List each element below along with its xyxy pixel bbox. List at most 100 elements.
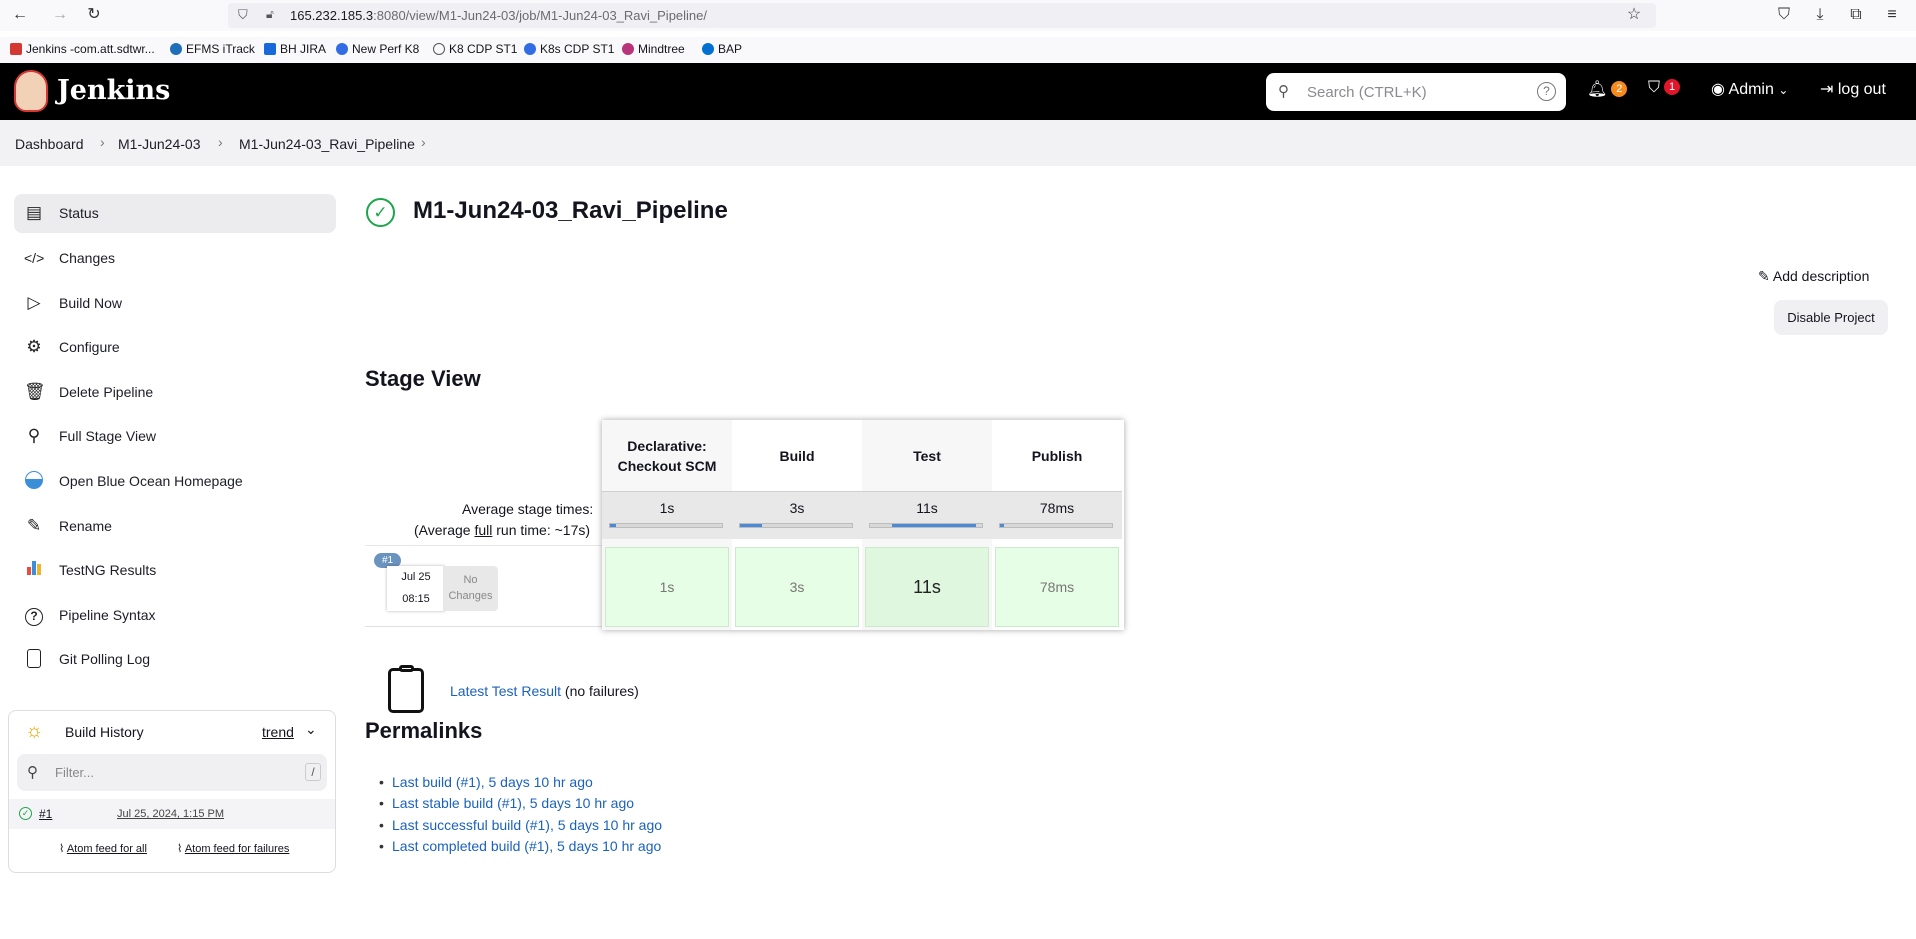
jenkins-logo-text[interactable]: Jenkins (57, 75, 170, 106)
sidebar-item-delete-pipeline[interactable]: 🗑︎ Delete Pipeline (14, 373, 336, 412)
avg-run-prefix: (Average (414, 522, 475, 538)
shield-icon[interactable]: ⛉ (238, 7, 248, 23)
rss-icon: ⌇ (177, 843, 183, 855)
atom-feed-failures[interactable]: ⌇ Atom feed for failures (177, 842, 289, 855)
avg-run-suffix: run time: ~17s) (492, 522, 591, 538)
atom-feed-failures-label: Atom feed for failures (184, 843, 290, 855)
back-icon[interactable]: ← (8, 4, 32, 26)
clipboard-icon (24, 649, 44, 669)
breadcrumb-dashboard[interactable]: Dashboard (15, 136, 84, 152)
disable-project-button[interactable]: Disable Project (1774, 300, 1888, 335)
forward-icon[interactable]: → (48, 4, 72, 26)
sidebar-item-label: Pipeline Syntax (59, 607, 156, 623)
stage-column: Test 11s 11s (862, 420, 992, 630)
full-run-link[interactable]: full (474, 522, 492, 538)
bookmark-item[interactable]: K8 CDP ST1 (433, 42, 517, 56)
bookmark-item[interactable]: Mindtree (622, 42, 685, 56)
permalink-last-successful-build[interactable]: Last successful build (#1), 5 days 10 hr… (379, 817, 662, 833)
help-icon[interactable]: ? (1537, 82, 1556, 101)
chevron-right-icon[interactable]: › (421, 134, 426, 150)
bookmark-item[interactable]: BAP (702, 42, 742, 56)
bookmark-item[interactable]: EFMS iTrack (170, 42, 255, 56)
sidebar-item-configure[interactable]: ⚙ Configure (14, 328, 336, 367)
bookmark-star-icon[interactable]: ☆ (1622, 4, 1646, 26)
stage-cell-success[interactable]: 78ms (995, 547, 1119, 627)
atom-feed-all[interactable]: ⌇ Atom feed for all (59, 842, 147, 855)
stage-progress-bar (999, 523, 1113, 528)
pencil-icon: ✎ (26, 516, 42, 535)
latest-test-result-link[interactable]: Latest Test Result (450, 683, 561, 699)
sidebar-item-testng[interactable]: TestNG Results (14, 551, 336, 590)
stage-column: Declarative: Checkout SCM 1s 1s (602, 420, 732, 630)
pocket-icon[interactable]: ⛉ (1772, 4, 1796, 26)
sidebar-item-status[interactable]: ▤ Status (14, 194, 336, 233)
sidebar-item-full-stage-view[interactable]: ⚲ Full Stage View (14, 417, 336, 456)
extensions-icon[interactable]: ⧉ (1844, 4, 1868, 26)
stage-avg: 3s (732, 491, 862, 539)
build-filter-input[interactable]: ⚲ Filter... / (17, 754, 327, 791)
clipboard-icon (388, 665, 424, 713)
add-description-link[interactable]: ✎ Add description (1758, 268, 1869, 285)
stage-avg-time: 11s (916, 500, 938, 516)
sidebar-item-build-now[interactable]: ▷ Build Now (14, 284, 336, 323)
chevron-right-icon[interactable]: › (218, 134, 223, 150)
atom-feed-all-label: Atom feed for all (66, 843, 147, 855)
bookmark-label: Jenkins -com.att.sdtwr... (26, 42, 155, 56)
trend-link[interactable]: trend (262, 724, 294, 740)
bookmark-item[interactable]: BH JIRA (264, 42, 326, 56)
stage-cell-success[interactable]: 1s (605, 547, 729, 627)
user-menu[interactable]: ◉ Admin ⌄ (1711, 79, 1788, 99)
logout-link[interactable]: ⇥ log out (1820, 79, 1886, 99)
downloads-icon[interactable]: ⤓ (1808, 4, 1832, 26)
sidebar-item-changes[interactable]: </> Changes (14, 239, 336, 278)
stage-cell-success[interactable]: 11s (865, 547, 989, 627)
success-status-icon: ✓ (366, 198, 395, 227)
reload-icon[interactable]: ↻ (82, 4, 106, 26)
permalink-last-completed-build[interactable]: Last completed build (#1), 5 days 10 hr … (379, 838, 661, 854)
stage-cell-success[interactable]: 3s (735, 547, 859, 627)
sidebar-item-blue-ocean[interactable]: Open Blue Ocean Homepage (14, 462, 336, 501)
bell-icon: 🔔︎ (1587, 81, 1608, 98)
chart-icon (24, 560, 44, 580)
filter-shortcut: / (305, 763, 321, 781)
sidebar-item-pipeline-syntax[interactable]: ? Pipeline Syntax (14, 596, 336, 635)
insecure-lock-icon[interactable]: 🔓︎ (266, 7, 274, 22)
build-row[interactable]: ✓ #1 Jul 25, 2024, 1:15 PM (9, 799, 335, 829)
permalink-last-build[interactable]: Last build (#1), 5 days 10 hr ago (379, 774, 593, 790)
notifications-button[interactable]: 🔔︎ 2 (1587, 79, 1628, 99)
efms-icon (170, 43, 182, 55)
sidebar-item-label: Status (59, 205, 99, 221)
latest-test-result: Latest Test Result (no failures) (450, 683, 639, 699)
search-input[interactable]: ⚲ Search (CTRL+K) ? (1266, 73, 1566, 111)
breadcrumb-job[interactable]: M1-Jun24-03_Ravi_Pipeline (239, 136, 415, 152)
permalinks-title: Permalinks (365, 718, 483, 743)
build-date-link[interactable]: Jul 25, 2024, 1:15 PM (117, 808, 224, 820)
stage-view-table: Declarative: Checkout SCM 1s 1s Build 3s… (602, 420, 1124, 630)
sidebar-item-git-polling-log[interactable]: Git Polling Log (14, 640, 336, 679)
bookmarks-bar: Jenkins -com.att.sdtwr... EFMS iTrack BH… (0, 37, 1916, 63)
rss-icon: ⌇ (59, 843, 65, 855)
stage-header: Test (913, 447, 941, 464)
menu-icon[interactable]: ≡ (1880, 4, 1904, 26)
bookmark-item[interactable]: New Perf K8 (336, 42, 419, 56)
sidebar-item-rename[interactable]: ✎ Rename (14, 507, 336, 546)
breadcrumb-folder[interactable]: M1-Jun24-03 (118, 136, 201, 152)
sidebar-item-label: Open Blue Ocean Homepage (59, 473, 243, 489)
chevron-right-icon[interactable]: › (100, 134, 105, 150)
chevron-down-icon[interactable]: ⌄ (305, 721, 317, 738)
security-button[interactable]: ⛉ 1 (1648, 79, 1681, 97)
bookmark-item[interactable]: K8s CDP ST1 (524, 42, 614, 56)
sidebar-item-label: TestNG Results (59, 562, 157, 578)
bookmark-label: New Perf K8 (352, 42, 420, 56)
jenkins-logo-icon[interactable] (14, 70, 48, 112)
jira-icon (264, 43, 276, 55)
stage-progress-fill (740, 524, 763, 527)
search-icon: ⚲ (27, 426, 41, 445)
bookmark-item[interactable]: Jenkins -com.att.sdtwr... (10, 42, 155, 56)
build-number-link[interactable]: #1 (39, 807, 52, 821)
permalink-last-stable-build[interactable]: Last stable build (#1), 5 days 10 hr ago (379, 795, 634, 811)
address-bar[interactable]: ⛉ 🔓︎ 165.232.185.3:8080/view/M1-Jun24-03… (228, 3, 1656, 28)
stage-avg: 78ms (992, 491, 1122, 539)
chevron-down-icon: ⌄ (1778, 83, 1789, 97)
url-host: 165.232.185.3 (290, 8, 374, 23)
